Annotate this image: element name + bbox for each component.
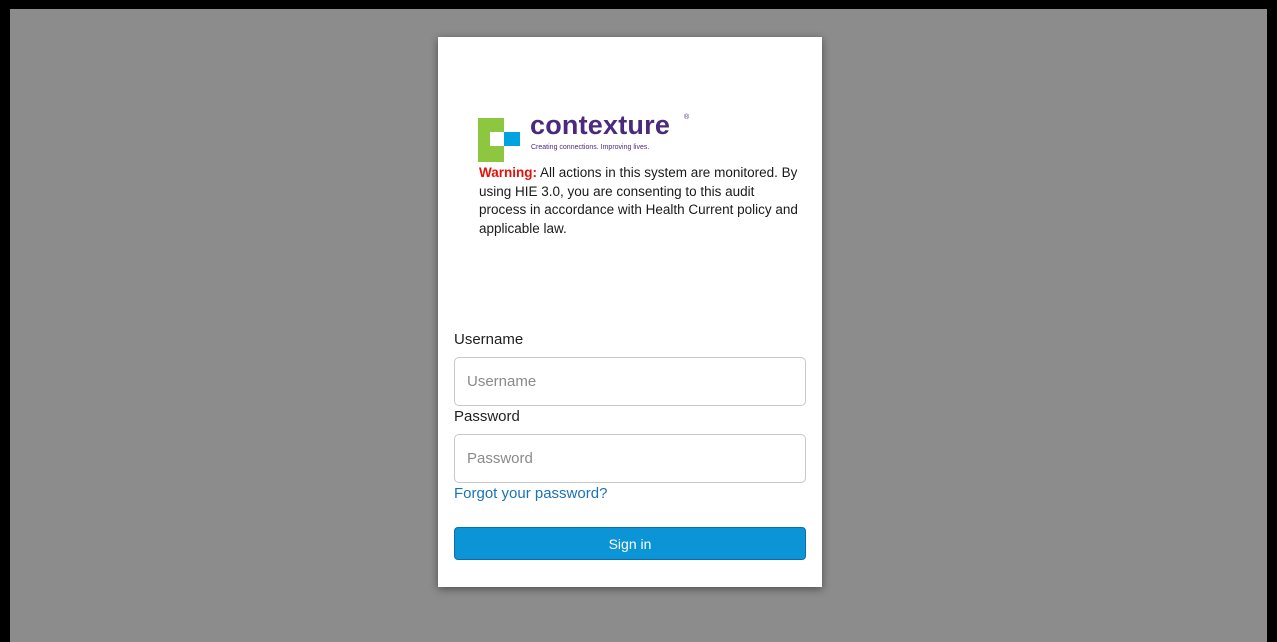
- forgot-password-link[interactable]: Forgot your password?: [454, 485, 607, 502]
- warning-label: Warning:: [479, 165, 537, 180]
- brand-tagline: Creating connections. Improving lives.: [531, 144, 650, 151]
- audit-warning-notice: Warning: All actions in this system are …: [479, 164, 799, 238]
- password-input[interactable]: [454, 434, 806, 483]
- login-card: contexture ® Creating connections. Impro…: [438, 37, 822, 587]
- username-input[interactable]: [454, 357, 806, 406]
- brand-name: contexture: [530, 110, 671, 140]
- username-label: Username: [454, 331, 524, 348]
- login-page-background: contexture ® Creating connections. Impro…: [10, 9, 1267, 642]
- sign-in-button[interactable]: Sign in: [454, 527, 806, 560]
- contexture-logo-mark-icon: [478, 118, 520, 162]
- password-label: Password: [454, 408, 520, 425]
- registered-mark: ®: [684, 114, 690, 121]
- contexture-logo: contexture ® Creating connections. Impro…: [478, 110, 798, 164]
